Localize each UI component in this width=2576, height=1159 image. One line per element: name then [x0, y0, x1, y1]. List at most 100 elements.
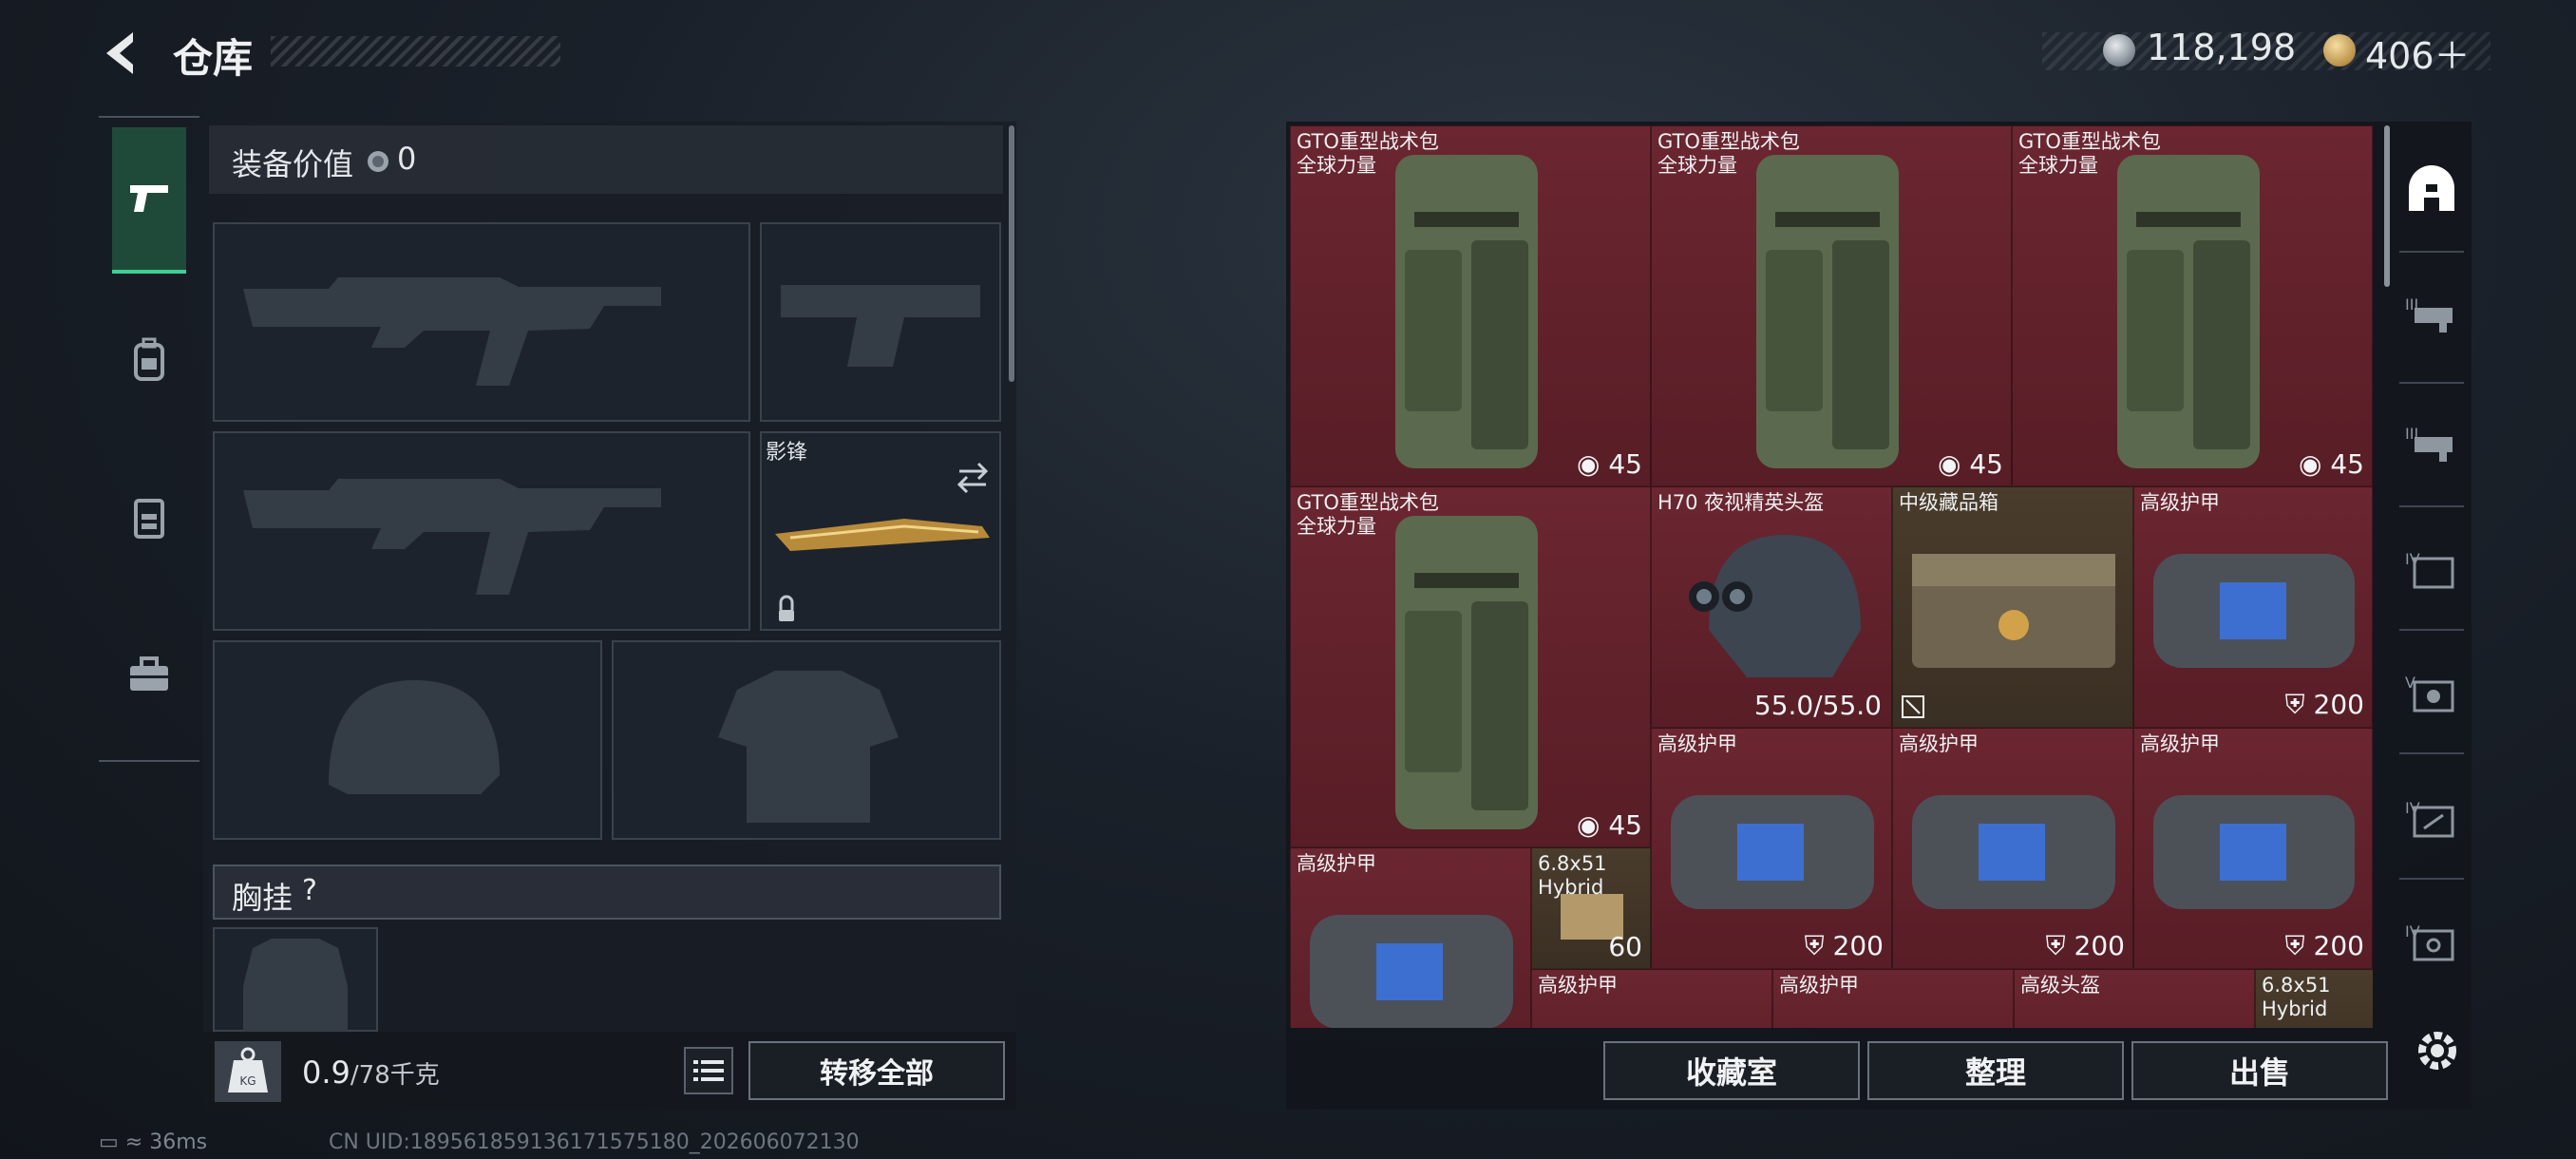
item-name: H70 夜视精英头盔 — [1657, 491, 1825, 514]
user-uid: CN UID:189561859136171575180_20260607213… — [329, 1130, 860, 1154]
storage-scrollbar[interactable] — [2384, 125, 2390, 287]
item-name: 高级护甲 — [1779, 974, 1859, 997]
shield-icon: ⛨ — [2284, 930, 2305, 961]
shield-icon: ⛨ — [1804, 930, 1825, 961]
title-decoration — [271, 36, 560, 66]
transfer-all-button[interactable]: 转移全部 — [748, 1041, 1005, 1100]
weight-icon: KG — [215, 1041, 281, 1102]
storage-item[interactable]: 高级头盔 — [2014, 969, 2255, 1028]
filter-tier-iii-b[interactable]: III — [2401, 416, 2462, 473]
storage-item[interactable]: GTO重型战术包 全球力量 ◉ 45 — [1290, 125, 1651, 486]
equipment-scrollbar[interactable] — [1009, 125, 1014, 382]
tier-label: V — [2405, 674, 2415, 692]
item-capacity: ◉ 45 — [1938, 448, 2003, 480]
backpack-icon: ◉ — [1938, 448, 1961, 480]
storage-item[interactable]: 6.8x51 Hybrid 60 — [1531, 847, 1651, 969]
item-durability: ⛨ 200 — [2284, 689, 2364, 720]
tab-backpack[interactable] — [112, 289, 186, 431]
item-name: GTO重型战术包 全球力量 — [1657, 130, 1800, 177]
knife-name: 影锋 — [766, 441, 808, 465]
tier-iv-icon: IV — [2405, 550, 2454, 589]
item-name: 高级护甲 — [1297, 852, 1376, 875]
storage-item[interactable]: GTO重型战术包 全球力量 ◉ 45 — [2012, 125, 2373, 486]
silver-coin-icon — [368, 151, 388, 172]
tier-iv-icon: IV — [2405, 799, 2454, 838]
item-capacity: ◉ 45 — [1577, 448, 1642, 480]
currency-gold-amount[interactable]: 406＋ — [2365, 27, 2471, 79]
tab-toolbox[interactable] — [112, 604, 186, 747]
armor-slot[interactable] — [612, 640, 1001, 840]
filter-tier-iv-b[interactable]: IV — [2401, 790, 2462, 847]
storage-item[interactable]: 高级护甲 ⛨ 200 — [1651, 728, 1892, 969]
equipment-value-label: 装备价值 — [232, 146, 354, 182]
tier-iii-icon: III — [2405, 425, 2453, 462]
storage-item[interactable]: 高级护甲 — [1531, 969, 1772, 1028]
storage-item[interactable]: GTO重型战术包 全球力量 ◉ 45 — [1651, 125, 2012, 486]
filter-tier-v[interactable]: V — [2401, 665, 2462, 722]
storage-item[interactable]: GTO重型战术包 全球力量 ◉ 45 — [1290, 486, 1651, 847]
secondary-weapon-slot[interactable] — [213, 431, 750, 631]
item-name: 6.8x51 Hybrid — [2262, 974, 2331, 1020]
backpack-icon: ◉ — [1577, 448, 1601, 480]
toolbox-icon — [130, 656, 168, 691]
item-quantity: 60 — [1608, 931, 1642, 962]
home-icon — [2409, 165, 2454, 211]
filter-tier-iii[interactable]: III — [2401, 287, 2462, 344]
item-durability: 55.0/55.0 — [1753, 690, 1882, 721]
chest-rig-header — [213, 864, 1001, 920]
item-capacity: ◉ 45 — [1577, 809, 1642, 841]
storage-item[interactable]: 高级护甲 ⛨ 200 — [2133, 728, 2373, 969]
tier-label: IV — [2405, 922, 2420, 940]
vest-silhouette-icon — [243, 939, 348, 1034]
filter-all[interactable] — [2401, 163, 2462, 220]
backpack-image — [1756, 155, 1899, 468]
back-button[interactable] — [97, 27, 150, 80]
storage-item[interactable]: 6.8x51 Hybrid — [2255, 969, 2373, 1028]
settings-button[interactable] — [2409, 1022, 2466, 1079]
tab-weapon[interactable] — [112, 127, 186, 274]
storage-item[interactable]: H70 夜视精英头盔 55.0/55.0 — [1651, 486, 1892, 728]
item-capacity: ◉ 45 — [2299, 448, 2364, 480]
tier-iv-icon: IV — [2405, 922, 2454, 961]
tab-chest-rig[interactable] — [112, 446, 186, 589]
storage-item[interactable]: 高级护甲 ⛨ 200 — [1892, 728, 2133, 969]
filter-tier-iv-c[interactable]: IV — [2401, 914, 2462, 971]
item-name: 高级护甲 — [2140, 491, 2220, 514]
rifle-silhouette-icon — [243, 479, 661, 595]
shield-icon: ⛨ — [2045, 930, 2066, 961]
equipment-value: 0 — [397, 141, 417, 177]
filter-tier-iv[interactable]: IV — [2401, 542, 2462, 598]
shield-icon: ⛨ — [2284, 689, 2305, 720]
backpack-icon: ◉ — [2299, 448, 2322, 480]
weight-max: /78千克 — [350, 1061, 440, 1090]
list-view-button[interactable] — [684, 1047, 733, 1094]
currency-silver-amount: 118,198 — [2147, 27, 2297, 68]
sell-button[interactable]: 出售 — [2131, 1041, 2388, 1100]
chest-rig-slot[interactable] — [213, 927, 378, 1034]
tier-label: IV — [2405, 799, 2420, 817]
storage-item[interactable]: 高级护甲 — [1772, 969, 2014, 1028]
storage-box-image — [1912, 554, 2115, 668]
battery-icon: ▭ — [99, 1130, 119, 1154]
gear-icon — [2418, 1032, 2456, 1070]
page-title: 仓库 — [173, 35, 254, 82]
helmet-slot[interactable] — [213, 640, 602, 840]
list-icon — [693, 1060, 724, 1081]
item-durability: ⛨ 200 — [2045, 930, 2125, 961]
gold-coin-icon — [2323, 34, 2356, 66]
backpack-image — [2117, 155, 2260, 468]
tier-label: III — [2405, 295, 2418, 314]
silver-coin-icon — [2103, 34, 2135, 66]
tier-iii-icon: III — [2405, 295, 2453, 332]
help-icon[interactable]: ? — [302, 874, 317, 907]
rifle-silhouette-icon — [243, 277, 661, 386]
pistol-slot[interactable] — [760, 222, 1001, 422]
storage-item[interactable]: 高级护甲 — [1290, 847, 1531, 1028]
storage-item[interactable]: 高级护甲 ⛨ 200 — [2133, 486, 2373, 728]
sort-button[interactable]: 整理 — [1867, 1041, 2124, 1100]
primary-weapon-slot[interactable] — [213, 222, 750, 422]
collection-room-button[interactable]: 收藏室 — [1603, 1041, 1860, 1100]
storage-item[interactable]: 中级藏品箱 — [1892, 486, 2133, 728]
pistol-icon — [130, 185, 168, 212]
item-name: 高级头盔 — [2020, 974, 2100, 997]
